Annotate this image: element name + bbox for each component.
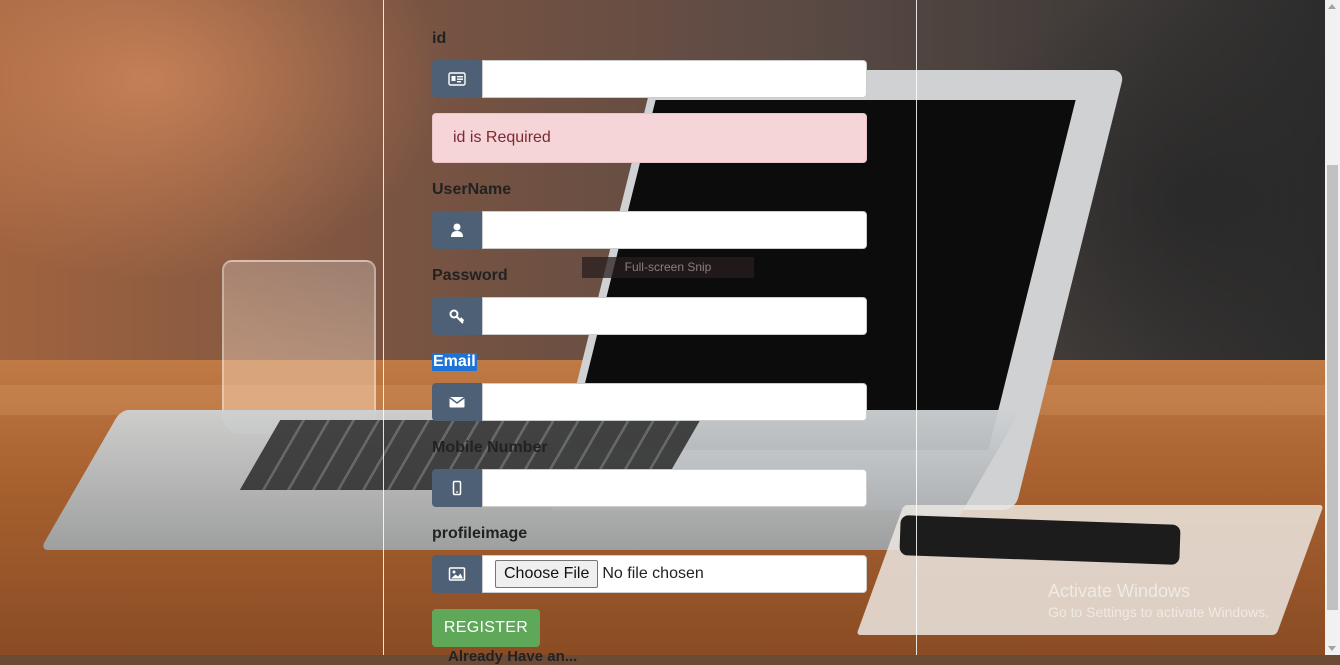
mobile-input-group [432, 469, 867, 507]
id-card-icon [432, 60, 482, 98]
password-input[interactable] [482, 297, 867, 335]
id-error-alert: id is Required [432, 113, 867, 163]
image-icon [432, 555, 482, 593]
email-input[interactable] [482, 383, 867, 421]
mobile-icon [432, 469, 482, 507]
profileimage-input-group: Choose File No file chosen [432, 555, 867, 593]
username-input[interactable] [482, 211, 867, 249]
scroll-up-arrow-icon[interactable] [1328, 4, 1336, 9]
scroll-thumb[interactable] [1327, 165, 1338, 610]
activate-windows-watermark: Activate Windows Go to Settings to activ… [1048, 581, 1269, 620]
register-button[interactable]: REGISTER [432, 609, 540, 647]
username-input-group [432, 211, 867, 249]
vertical-scrollbar[interactable] [1325, 0, 1340, 655]
id-label: id [432, 30, 447, 47]
id-input-group [432, 60, 867, 98]
already-have-account-link[interactable]: Already Have an... [448, 648, 577, 665]
mobile-input[interactable] [482, 469, 867, 507]
envelope-icon [432, 383, 482, 421]
id-input[interactable] [482, 60, 867, 98]
email-label: Email [432, 353, 477, 371]
profileimage-file-input: Choose File No file chosen [482, 555, 867, 593]
watermark-subtitle: Go to Settings to activate Windows. [1048, 604, 1269, 620]
password-input-group [432, 297, 867, 335]
snip-tooltip: Full-screen Snip [582, 257, 754, 278]
user-icon [432, 211, 482, 249]
email-input-group [432, 383, 867, 421]
mobile-label: Mobile Number [432, 439, 548, 456]
key-icon [432, 297, 482, 335]
choose-file-button[interactable]: Choose File [495, 560, 599, 588]
username-label: UserName [432, 181, 512, 198]
scroll-down-arrow-icon[interactable] [1328, 646, 1336, 651]
file-status: No file chosen [602, 565, 704, 582]
profileimage-label: profileimage [432, 525, 528, 542]
password-label: Password [432, 267, 508, 284]
watermark-title: Activate Windows [1048, 581, 1191, 601]
